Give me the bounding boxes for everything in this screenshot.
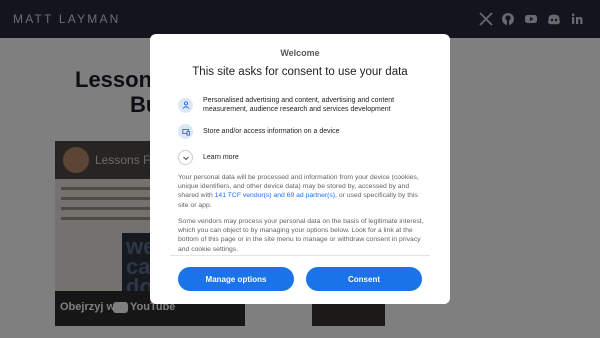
consent-button[interactable]: Consent xyxy=(306,267,422,291)
legitimate-interest-paragraph: Some vendors may process your personal d… xyxy=(178,218,424,253)
dialog-divider xyxy=(170,255,430,256)
consent-dialog: Welcome This site asks for consent to us… xyxy=(150,34,450,304)
dialog-title: This site asks for consent to use your d… xyxy=(192,66,408,78)
dialog-welcome: Welcome xyxy=(280,48,320,58)
consent-paragraph: Your personal data will be processed and… xyxy=(178,174,419,209)
purpose-item-advertising: Personalised advertising and content, ad… xyxy=(178,96,433,114)
purpose-item-device-storage: Store and/or access information on a dev… xyxy=(178,124,433,139)
purpose-text: Personalised advertising and content, ad… xyxy=(203,97,395,113)
chevron-down-icon[interactable] xyxy=(178,150,193,165)
learn-more-toggle[interactable]: Learn more xyxy=(178,150,239,165)
vendors-link[interactable]: 141 TCF vendor(s) and 69 ad partner(s) xyxy=(215,192,335,199)
learn-more-label[interactable]: Learn more xyxy=(203,154,239,161)
person-icon xyxy=(178,97,193,113)
device-icon xyxy=(178,124,193,139)
purpose-text: Store and/or access information on a dev… xyxy=(203,128,340,135)
manage-options-button[interactable]: Manage options xyxy=(178,267,294,291)
